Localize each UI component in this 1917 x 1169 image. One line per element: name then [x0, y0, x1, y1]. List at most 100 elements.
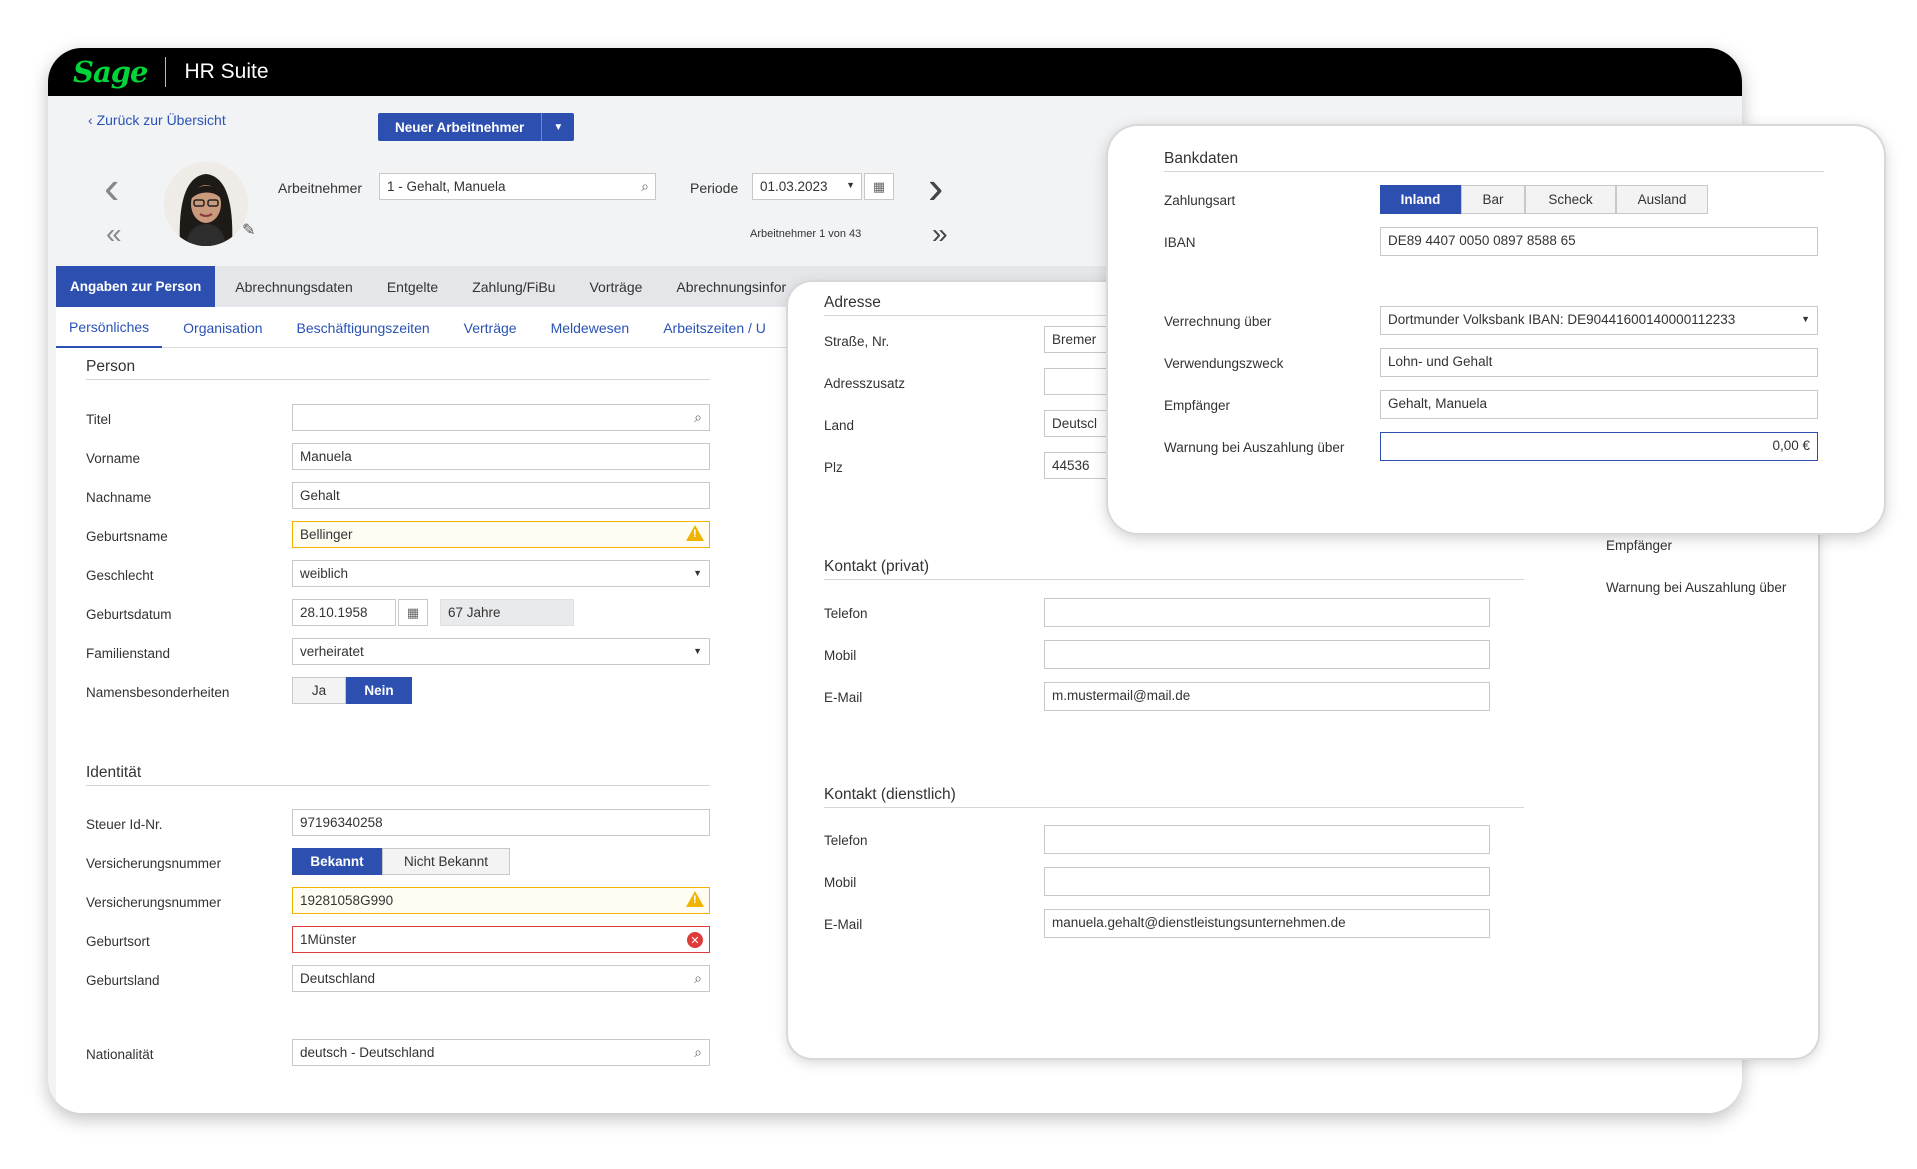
versicherungsnummer-field[interactable]: 19281058G990 ! — [292, 887, 710, 914]
verwendungszweck-field[interactable]: Lohn- und Gehalt — [1380, 348, 1818, 377]
caret-down-icon: ▼ — [693, 646, 702, 656]
verrechnung-select[interactable]: Dortmunder Volksbank IBAN: DE90441600140… — [1380, 306, 1818, 335]
subtab-meldewesen[interactable]: Meldewesen — [538, 307, 643, 348]
vorname-label: Vorname — [86, 451, 141, 466]
vorname-field[interactable]: Manuela — [292, 443, 710, 470]
tab-entgelte[interactable]: Entgelte — [373, 266, 452, 307]
subtab-vertraege[interactable]: Verträge — [451, 307, 530, 348]
titel-field[interactable]: ⌕ — [292, 404, 710, 431]
subtab-beschaeftigungszeiten[interactable]: Beschäftigungszeiten — [284, 307, 443, 348]
namens-nein-button[interactable]: Nein — [346, 677, 412, 704]
geburtsname-field[interactable]: Bellinger ! — [292, 521, 710, 548]
dienst-email-label: E-Mail — [824, 917, 863, 932]
zahlungsart-bar[interactable]: Bar — [1461, 185, 1525, 214]
privat-email-field[interactable]: m.mustermail@mail.de — [1044, 682, 1490, 711]
next-employee-icon[interactable]: › — [928, 160, 943, 214]
nachname-field[interactable]: Gehalt — [292, 482, 710, 509]
familienstand-value: verheiratet — [300, 644, 364, 659]
section-bankdaten: Bankdaten — [1164, 150, 1824, 172]
empfaenger-label: Empfänger — [1164, 398, 1231, 413]
privat-telefon-field[interactable] — [1044, 598, 1490, 627]
last-employee-icon[interactable]: » — [932, 218, 948, 250]
privat-telefon-label: Telefon — [824, 606, 868, 621]
geburtsland-field[interactable]: Deutschland ⌕ — [292, 965, 710, 992]
geburtsort-field[interactable]: 1Münster ✕ — [292, 926, 710, 953]
geburtsname-label: Geburtsname — [86, 529, 168, 544]
privat-mobil-field[interactable] — [1044, 640, 1490, 669]
search-icon[interactable]: ⌕ — [694, 1044, 702, 1061]
new-employee-label: Neuer Arbeitnehmer — [395, 119, 525, 135]
section-identitaet: Identität — [86, 764, 710, 786]
versicherungsnummer-value: 19281058G990 — [300, 893, 394, 908]
divider — [165, 57, 167, 87]
geschlecht-select[interactable]: weiblich ▼ — [292, 560, 710, 587]
plz-label: Plz — [824, 460, 843, 475]
familienstand-select[interactable]: verheiratet ▼ — [292, 638, 710, 665]
behind-empfaenger-label: Empfänger — [1606, 538, 1673, 553]
search-icon[interactable]: ⌕ — [694, 970, 702, 987]
period-label: Periode — [690, 180, 739, 196]
search-icon[interactable]: ⌕ — [641, 178, 649, 195]
tab-abrechnungsinfo[interactable]: Abrechnungsinfor — [662, 266, 800, 307]
privat-mobil-label: Mobil — [824, 648, 857, 663]
search-icon[interactable]: ⌕ — [694, 409, 702, 426]
dienst-mobil-field[interactable] — [1044, 867, 1490, 896]
section-kontakt-dienstlich: Kontakt (dienstlich) — [824, 786, 1524, 808]
caret-down-icon: ▼ — [1801, 314, 1810, 324]
geburtsland-value: Deutschland — [300, 971, 376, 986]
sage-logo: Sage — [73, 55, 148, 89]
nationalitaet-field[interactable]: deutsch - Deutschland ⌕ — [292, 1039, 710, 1066]
employee-search-input[interactable]: 1 - Gehalt, Manuela ⌕ — [379, 173, 656, 200]
tab-angaben-zur-person[interactable]: Angaben zur Person — [56, 266, 216, 307]
avatar[interactable] — [164, 162, 248, 246]
tab-vortraege[interactable]: Vorträge — [575, 266, 656, 307]
steuer-field[interactable]: 97196340258 — [292, 809, 710, 836]
geburtsland-label: Geburtsland — [86, 973, 160, 988]
zahlungsart-toggle: Inland Bar Scheck Ausland — [1380, 185, 1708, 214]
new-employee-button[interactable]: Neuer Arbeitnehmer ▼ — [378, 113, 575, 141]
top-bar: Sage HR Suite — [48, 48, 1742, 96]
namensbesonderheiten-toggle: Ja Nein — [292, 677, 412, 704]
period-value: 01.03.2023 — [760, 179, 828, 194]
nationalitaet-label: Nationalität — [86, 1047, 154, 1062]
chevron-down-icon[interactable]: ▼ — [541, 113, 574, 141]
subtab-persoenliches[interactable]: Persönliches — [56, 307, 163, 348]
verrechnung-value: Dortmunder Volksbank IBAN: DE90441600140… — [1388, 312, 1736, 327]
tab-zahlung-fibu[interactable]: Zahlung/FiBu — [458, 266, 569, 307]
nicht-bekannt-button[interactable]: Nicht Bekannt — [382, 848, 510, 875]
geburtsdatum-label: Geburtsdatum — [86, 607, 172, 622]
caret-down-icon: ▼ — [846, 180, 855, 190]
zahlungsart-inland[interactable]: Inland — [1380, 185, 1461, 214]
empfaenger-field[interactable]: Gehalt, Manuela — [1380, 390, 1818, 419]
calendar-icon[interactable]: ▦ — [864, 173, 894, 200]
period-select[interactable]: 01.03.2023 ▼ — [752, 173, 862, 200]
versicherungsnummer-label: Versicherungsnummer — [86, 895, 222, 910]
warning-icon: ! — [686, 525, 704, 541]
previous-employee-icon[interactable]: ‹ — [104, 160, 119, 214]
subtab-arbeitszeiten[interactable]: Arbeitszeiten / U — [650, 307, 779, 348]
app-title: HR Suite — [184, 60, 269, 83]
privat-email-label: E-Mail — [824, 690, 863, 705]
zahlungsart-label: Zahlungsart — [1164, 193, 1236, 208]
adresszusatz-label: Adresszusatz — [824, 376, 906, 391]
steuer-label: Steuer Id-Nr. — [86, 817, 163, 832]
tab-abrechnungsdaten[interactable]: Abrechnungsdaten — [221, 266, 367, 307]
iban-field[interactable]: DE89 4407 0050 0897 8588 65 — [1380, 227, 1818, 256]
dienst-mobil-label: Mobil — [824, 875, 857, 890]
dienst-email-field[interactable]: manuela.gehalt@dienstleistungsunternehme… — [1044, 909, 1490, 938]
zahlungsart-scheck[interactable]: Scheck — [1525, 185, 1616, 214]
warnung-field[interactable]: 0,00 € — [1380, 432, 1818, 461]
versicherung-label: Versicherungsnummer — [86, 856, 222, 871]
calendar-icon[interactable]: ▦ — [398, 599, 428, 626]
edit-pencil-icon[interactable]: ✎ — [242, 220, 255, 240]
dienst-telefon-field[interactable] — [1044, 825, 1490, 854]
first-employee-icon[interactable]: « — [106, 218, 122, 250]
bekannt-button[interactable]: Bekannt — [292, 848, 382, 875]
zahlungsart-ausland[interactable]: Ausland — [1616, 185, 1708, 214]
geburtsdatum-field[interactable]: 28.10.1958 — [292, 599, 396, 626]
back-link[interactable]: ‹ Zurück zur Übersicht — [88, 112, 226, 128]
namens-ja-button[interactable]: Ja — [292, 677, 346, 704]
geburtsort-label: Geburtsort — [86, 934, 150, 949]
behind-warnung-label: Warnung bei Auszahlung über — [1606, 580, 1787, 595]
subtab-organisation[interactable]: Organisation — [170, 307, 275, 348]
